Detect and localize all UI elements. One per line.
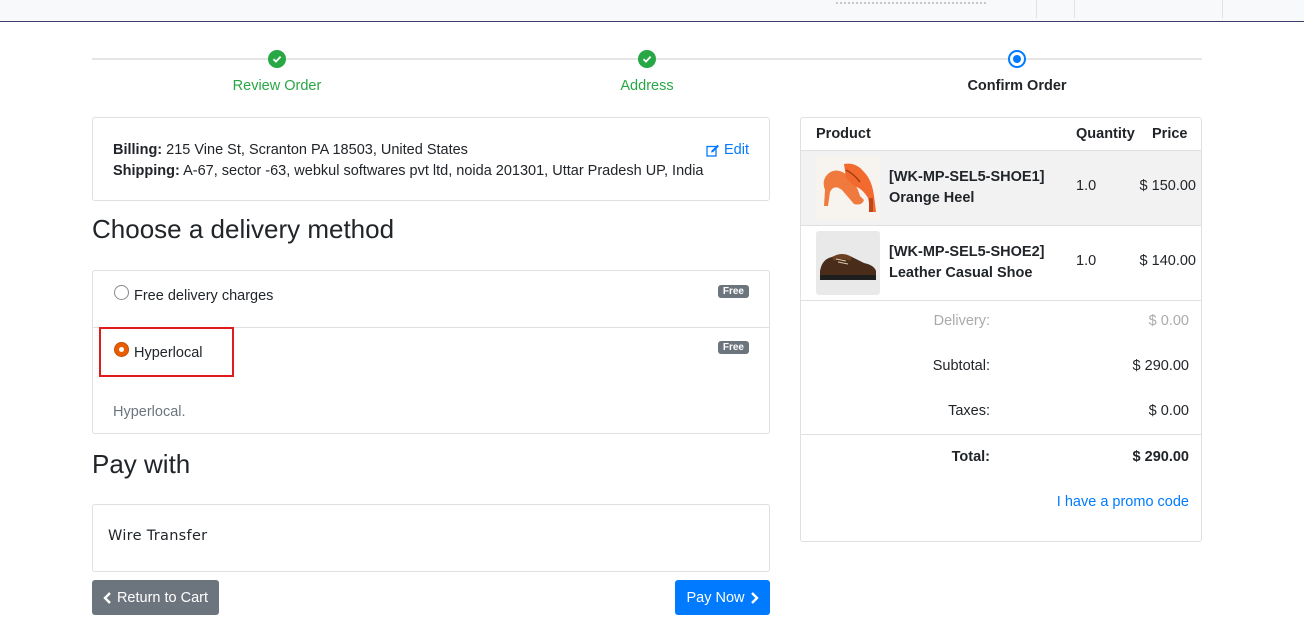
header-quantity: Quantity (1076, 126, 1135, 142)
chevron-left-icon (103, 591, 111, 604)
promo-code-link[interactable]: I have a promo code (1057, 494, 1189, 510)
summary-item-row: [WK-MP-SEL5-SHOE2] Leather Casual Shoe 1… (801, 226, 1201, 301)
chevron-right-icon (750, 591, 759, 604)
free-badge: Free (717, 285, 749, 298)
return-to-cart-button[interactable]: Return to Cart (92, 580, 219, 615)
step-review-order[interactable]: Review Order (177, 50, 377, 94)
payment-heading: Pay with (92, 449, 191, 479)
edit-label: Edit (724, 142, 749, 158)
address-card: Billing: 215 Vine St, Scranton PA 18503,… (92, 117, 770, 201)
step-confirm-order: Confirm Order (917, 50, 1117, 94)
total-divider (801, 434, 1201, 435)
return-to-cart-label: Return to Cart (116, 589, 209, 606)
navbar-divider (1222, 0, 1223, 18)
step-label: Review Order (232, 78, 322, 94)
product-name[interactable]: [WK-MP-SEL5-SHOE2] Leather Casual Shoe (889, 242, 1044, 284)
radio-button[interactable] (114, 285, 129, 300)
taxes-value: $ 0.00 (1148, 403, 1189, 419)
step-label: Address (620, 78, 674, 94)
total-value: $ 290.00 (1132, 449, 1189, 465)
summary-header: Product Quantity Price (801, 118, 1201, 151)
step-label: Confirm Order (967, 78, 1067, 94)
billing-line: Billing: 215 Vine St, Scranton PA 18503,… (113, 140, 749, 161)
product-price: $ 140.00 (1139, 253, 1196, 269)
payment-method-label: Wire Transfer (108, 528, 208, 544)
delivery-label: Delivery: (933, 313, 990, 329)
leather-shoe-image[interactable] (816, 231, 880, 295)
product-code: [WK-MP-SEL5-SHOE2] (889, 244, 1045, 260)
free-badge: Free (717, 341, 749, 354)
product-code: [WK-MP-SEL5-SHOE1] (889, 169, 1045, 185)
delivery-option-label: Free delivery charges (134, 288, 274, 304)
taxes-label: Taxes: (948, 403, 990, 419)
total-label: Total: (951, 449, 990, 465)
product-quantity: 1.0 (1076, 178, 1097, 194)
edit-icon (706, 144, 719, 157)
delivery-heading: Choose a delivery method (92, 214, 395, 244)
product-name[interactable]: [WK-MP-SEL5-SHOE1] Orange Heel (889, 167, 1044, 209)
edit-address-link[interactable]: Edit (706, 140, 749, 161)
summary-item-row: [WK-MP-SEL5-SHOE1] Orange Heel 1.0 $ 150… (801, 151, 1201, 226)
header-product: Product (816, 126, 871, 142)
subtotal-value: $ 290.00 (1132, 358, 1189, 374)
payment-method-option[interactable]: Wire Transfer (92, 504, 770, 572)
billing-address: 215 Vine St, Scranton PA 18503, United S… (166, 142, 468, 158)
subtotal-label: Subtotal: (932, 358, 990, 374)
orange-heel-image[interactable] (816, 156, 880, 220)
top-navbar (0, 0, 1304, 22)
current-step-icon (1008, 50, 1026, 68)
product-price: $ 150.00 (1139, 178, 1196, 194)
selection-highlight-box (99, 327, 234, 377)
product-title: Orange Heel (889, 190, 975, 206)
step-address[interactable]: Address (547, 50, 747, 94)
check-icon (638, 50, 656, 68)
product-quantity: 1.0 (1076, 253, 1097, 269)
delivery-option-description: Hyperlocal. (113, 404, 186, 420)
navbar-divider (1036, 0, 1037, 18)
navbar-divider (1074, 0, 1075, 18)
navbar-link-fragment[interactable] (836, 0, 986, 4)
check-icon (268, 50, 286, 68)
header-price: Price (1152, 126, 1188, 142)
product-title: Leather Casual Shoe (889, 265, 1033, 281)
pay-now-label: Pay Now (686, 589, 745, 606)
billing-label: Billing: (113, 142, 163, 158)
delivery-value: $ 0.00 (1148, 313, 1189, 329)
pay-now-button[interactable]: Pay Now (675, 580, 770, 615)
shipping-label: Shipping: (113, 163, 180, 179)
shipping-address: A-67, sector -63, webkul softwares pvt l… (183, 163, 704, 179)
shipping-line: Shipping: A-67, sector -63, webkul softw… (113, 161, 749, 182)
delivery-option-free[interactable]: Free delivery charges Free (93, 271, 769, 328)
order-summary: Product Quantity Price [WK-MP-SEL5-SHOE1… (800, 117, 1202, 542)
